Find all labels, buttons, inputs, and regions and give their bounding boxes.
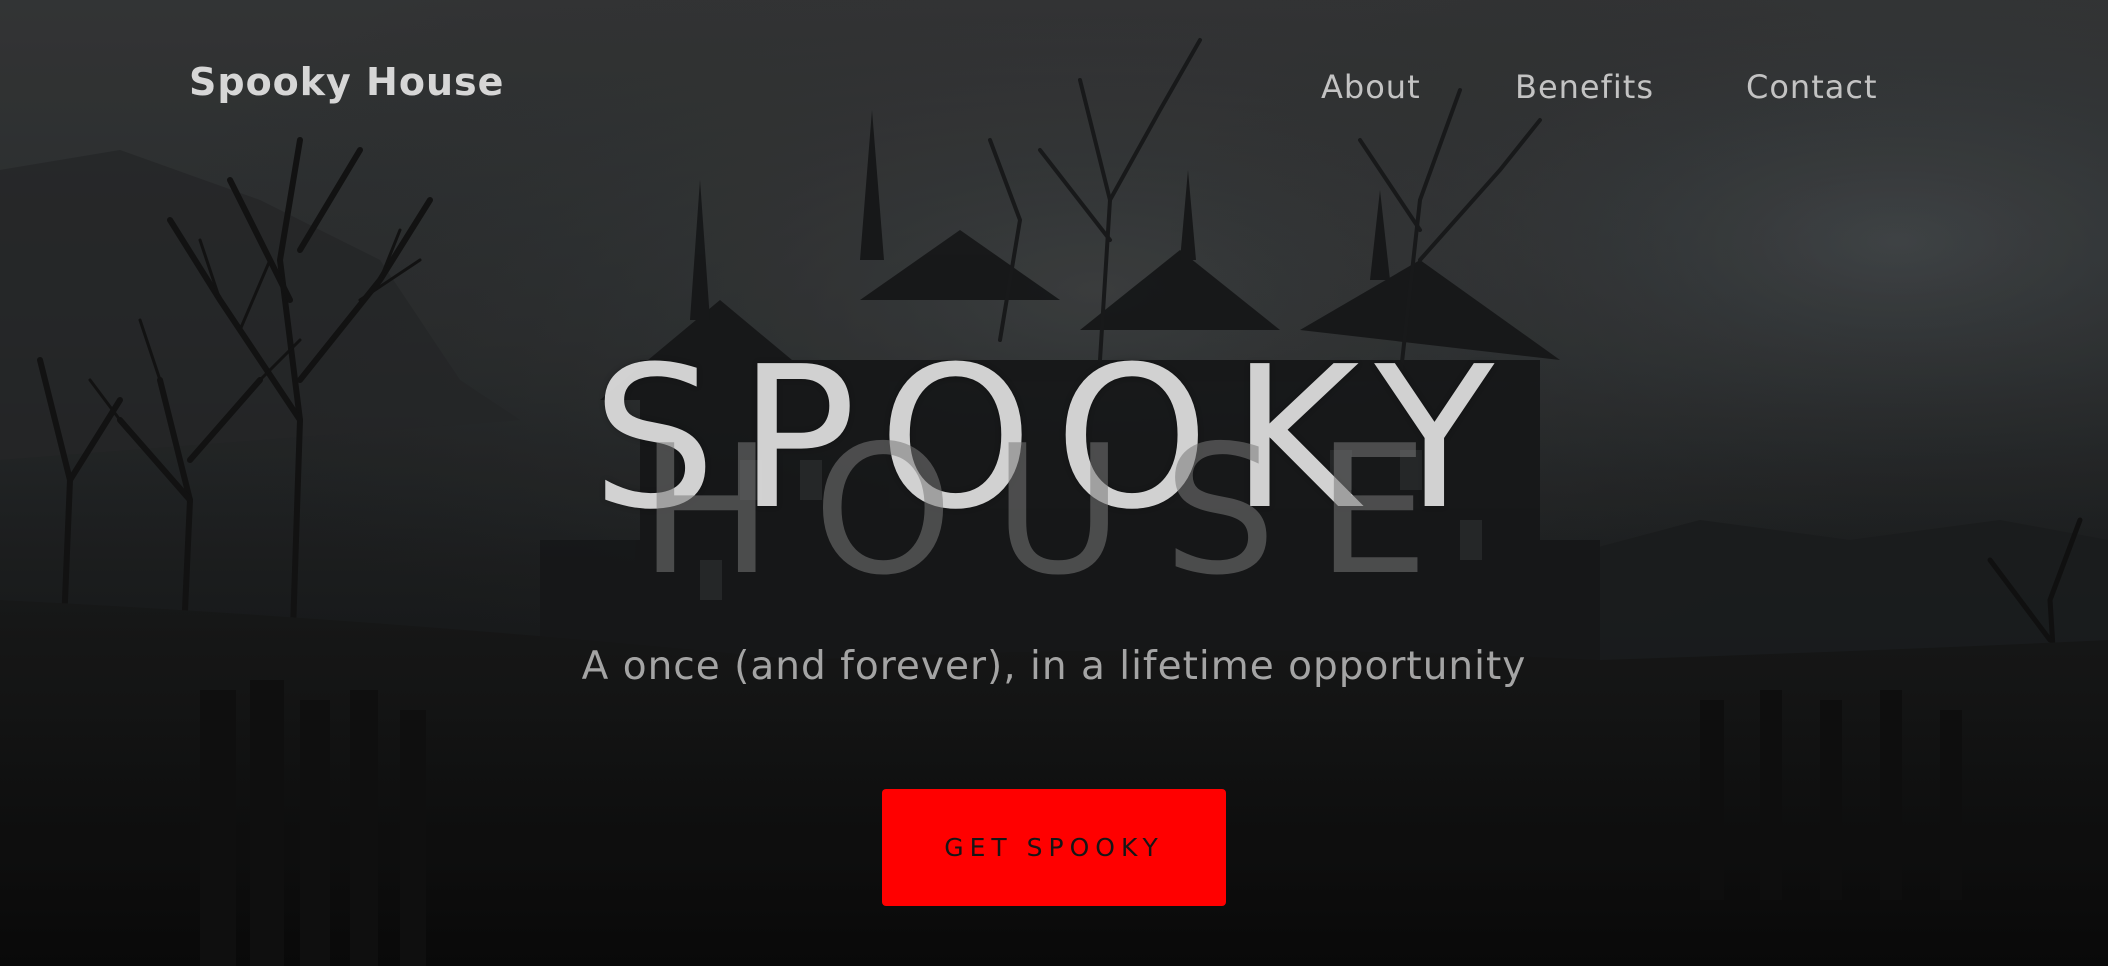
hero-tagline: A once (and forever), in a lifetime oppo… [581,644,1527,689]
hero-section: Spooky House About Benefits Contact SPOO… [0,0,2108,966]
hero-title-line2: HOUSE [639,407,1469,614]
brand-logo-link[interactable]: Spooky House [189,60,504,104]
nav-link-about[interactable]: About [1321,68,1421,106]
nav-link-benefits[interactable]: Benefits [1515,68,1654,106]
nav-link-contact[interactable]: Contact [1746,68,1878,106]
get-spooky-button[interactable]: GET SPOOKY [882,789,1226,906]
